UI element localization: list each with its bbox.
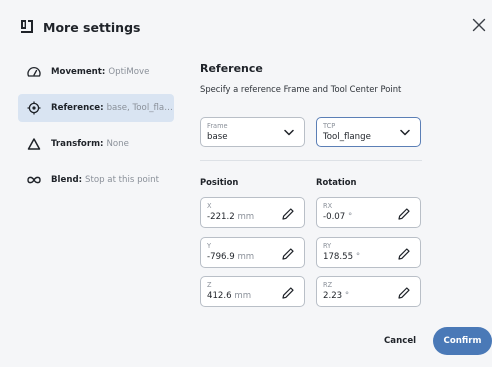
infinity-icon <box>27 176 41 184</box>
pencil-icon[interactable] <box>281 207 295 221</box>
sidebar-item-reference[interactable]: Reference: base, Tool_flan... <box>18 94 174 122</box>
x-field[interactable]: X -221.2 mm <box>200 197 305 228</box>
section-title: Reference <box>200 62 263 75</box>
sidebar-item-transform[interactable]: Transform: None <box>18 130 174 158</box>
sidebar-item-label: Reference: <box>51 103 104 113</box>
pencil-icon[interactable] <box>397 207 411 221</box>
y-field[interactable]: Y -796.9 mm <box>200 237 305 268</box>
sidebar-item-value: base, Tool_flan... <box>106 103 174 113</box>
sidebar-item-value: OptiMove <box>108 67 150 77</box>
position-heading: Position <box>200 177 239 187</box>
rz-label: RZ <box>323 281 333 289</box>
more-settings-dialog: More settings Movement: OptiMove Referen… <box>0 0 492 367</box>
x-value: -221.2 mm <box>207 212 255 222</box>
ry-label: RY <box>323 242 332 250</box>
rotation-heading: Rotation <box>316 177 357 187</box>
rz-field[interactable]: RZ 2.23 ° <box>316 276 421 307</box>
target-icon <box>27 101 41 115</box>
frame-value: base <box>207 132 228 142</box>
rx-field[interactable]: RX -0.07 ° <box>316 197 421 228</box>
tcp-label: TCP <box>323 122 336 130</box>
cancel-button[interactable]: Cancel <box>384 336 416 346</box>
close-icon[interactable] <box>472 18 486 32</box>
sidebar-item-blend[interactable]: Blend: Stop at this point <box>18 166 174 194</box>
sidebar-item-label: Blend: <box>51 175 83 185</box>
tcp-select[interactable]: TCP Tool_flange <box>316 117 421 147</box>
confirm-button[interactable]: Confirm <box>433 327 492 355</box>
rz-value: 2.23 ° <box>323 291 350 301</box>
frame-select[interactable]: Frame base <box>200 117 305 147</box>
section-description: Specify a reference Frame and Tool Cente… <box>200 84 402 94</box>
pencil-icon[interactable] <box>281 286 295 300</box>
z-value: 412.6 mm <box>207 291 252 301</box>
gauge-icon <box>27 66 41 77</box>
frame-label: Frame <box>207 122 228 130</box>
y-value: -796.9 mm <box>207 252 255 262</box>
pencil-icon[interactable] <box>281 247 295 261</box>
z-label: Z <box>207 281 212 289</box>
divider <box>200 160 422 161</box>
delta-icon <box>27 138 41 150</box>
pencil-icon[interactable] <box>397 247 411 261</box>
chevron-down-icon <box>284 129 294 136</box>
sidebar-item-label: Movement: <box>51 67 106 77</box>
sidebar-item-label: Transform: <box>51 139 104 149</box>
sidebar-item-value: Stop at this point <box>85 175 159 185</box>
pencil-icon[interactable] <box>397 286 411 300</box>
tcp-value: Tool_flange <box>323 132 371 142</box>
sidebar-item-movement[interactable]: Movement: OptiMove <box>18 58 174 86</box>
rx-value: -0.07 ° <box>323 212 353 222</box>
ur-logo-icon <box>21 20 33 33</box>
x-label: X <box>207 202 212 210</box>
z-field[interactable]: Z 412.6 mm <box>200 276 305 307</box>
sidebar-item-value: None <box>106 139 129 149</box>
chevron-down-icon <box>400 129 410 136</box>
rx-label: RX <box>323 202 333 210</box>
y-label: Y <box>207 242 212 250</box>
dialog-title: More settings <box>43 20 141 35</box>
ry-field[interactable]: RY 178.55 ° <box>316 237 421 268</box>
ry-value: 178.55 ° <box>323 252 361 262</box>
